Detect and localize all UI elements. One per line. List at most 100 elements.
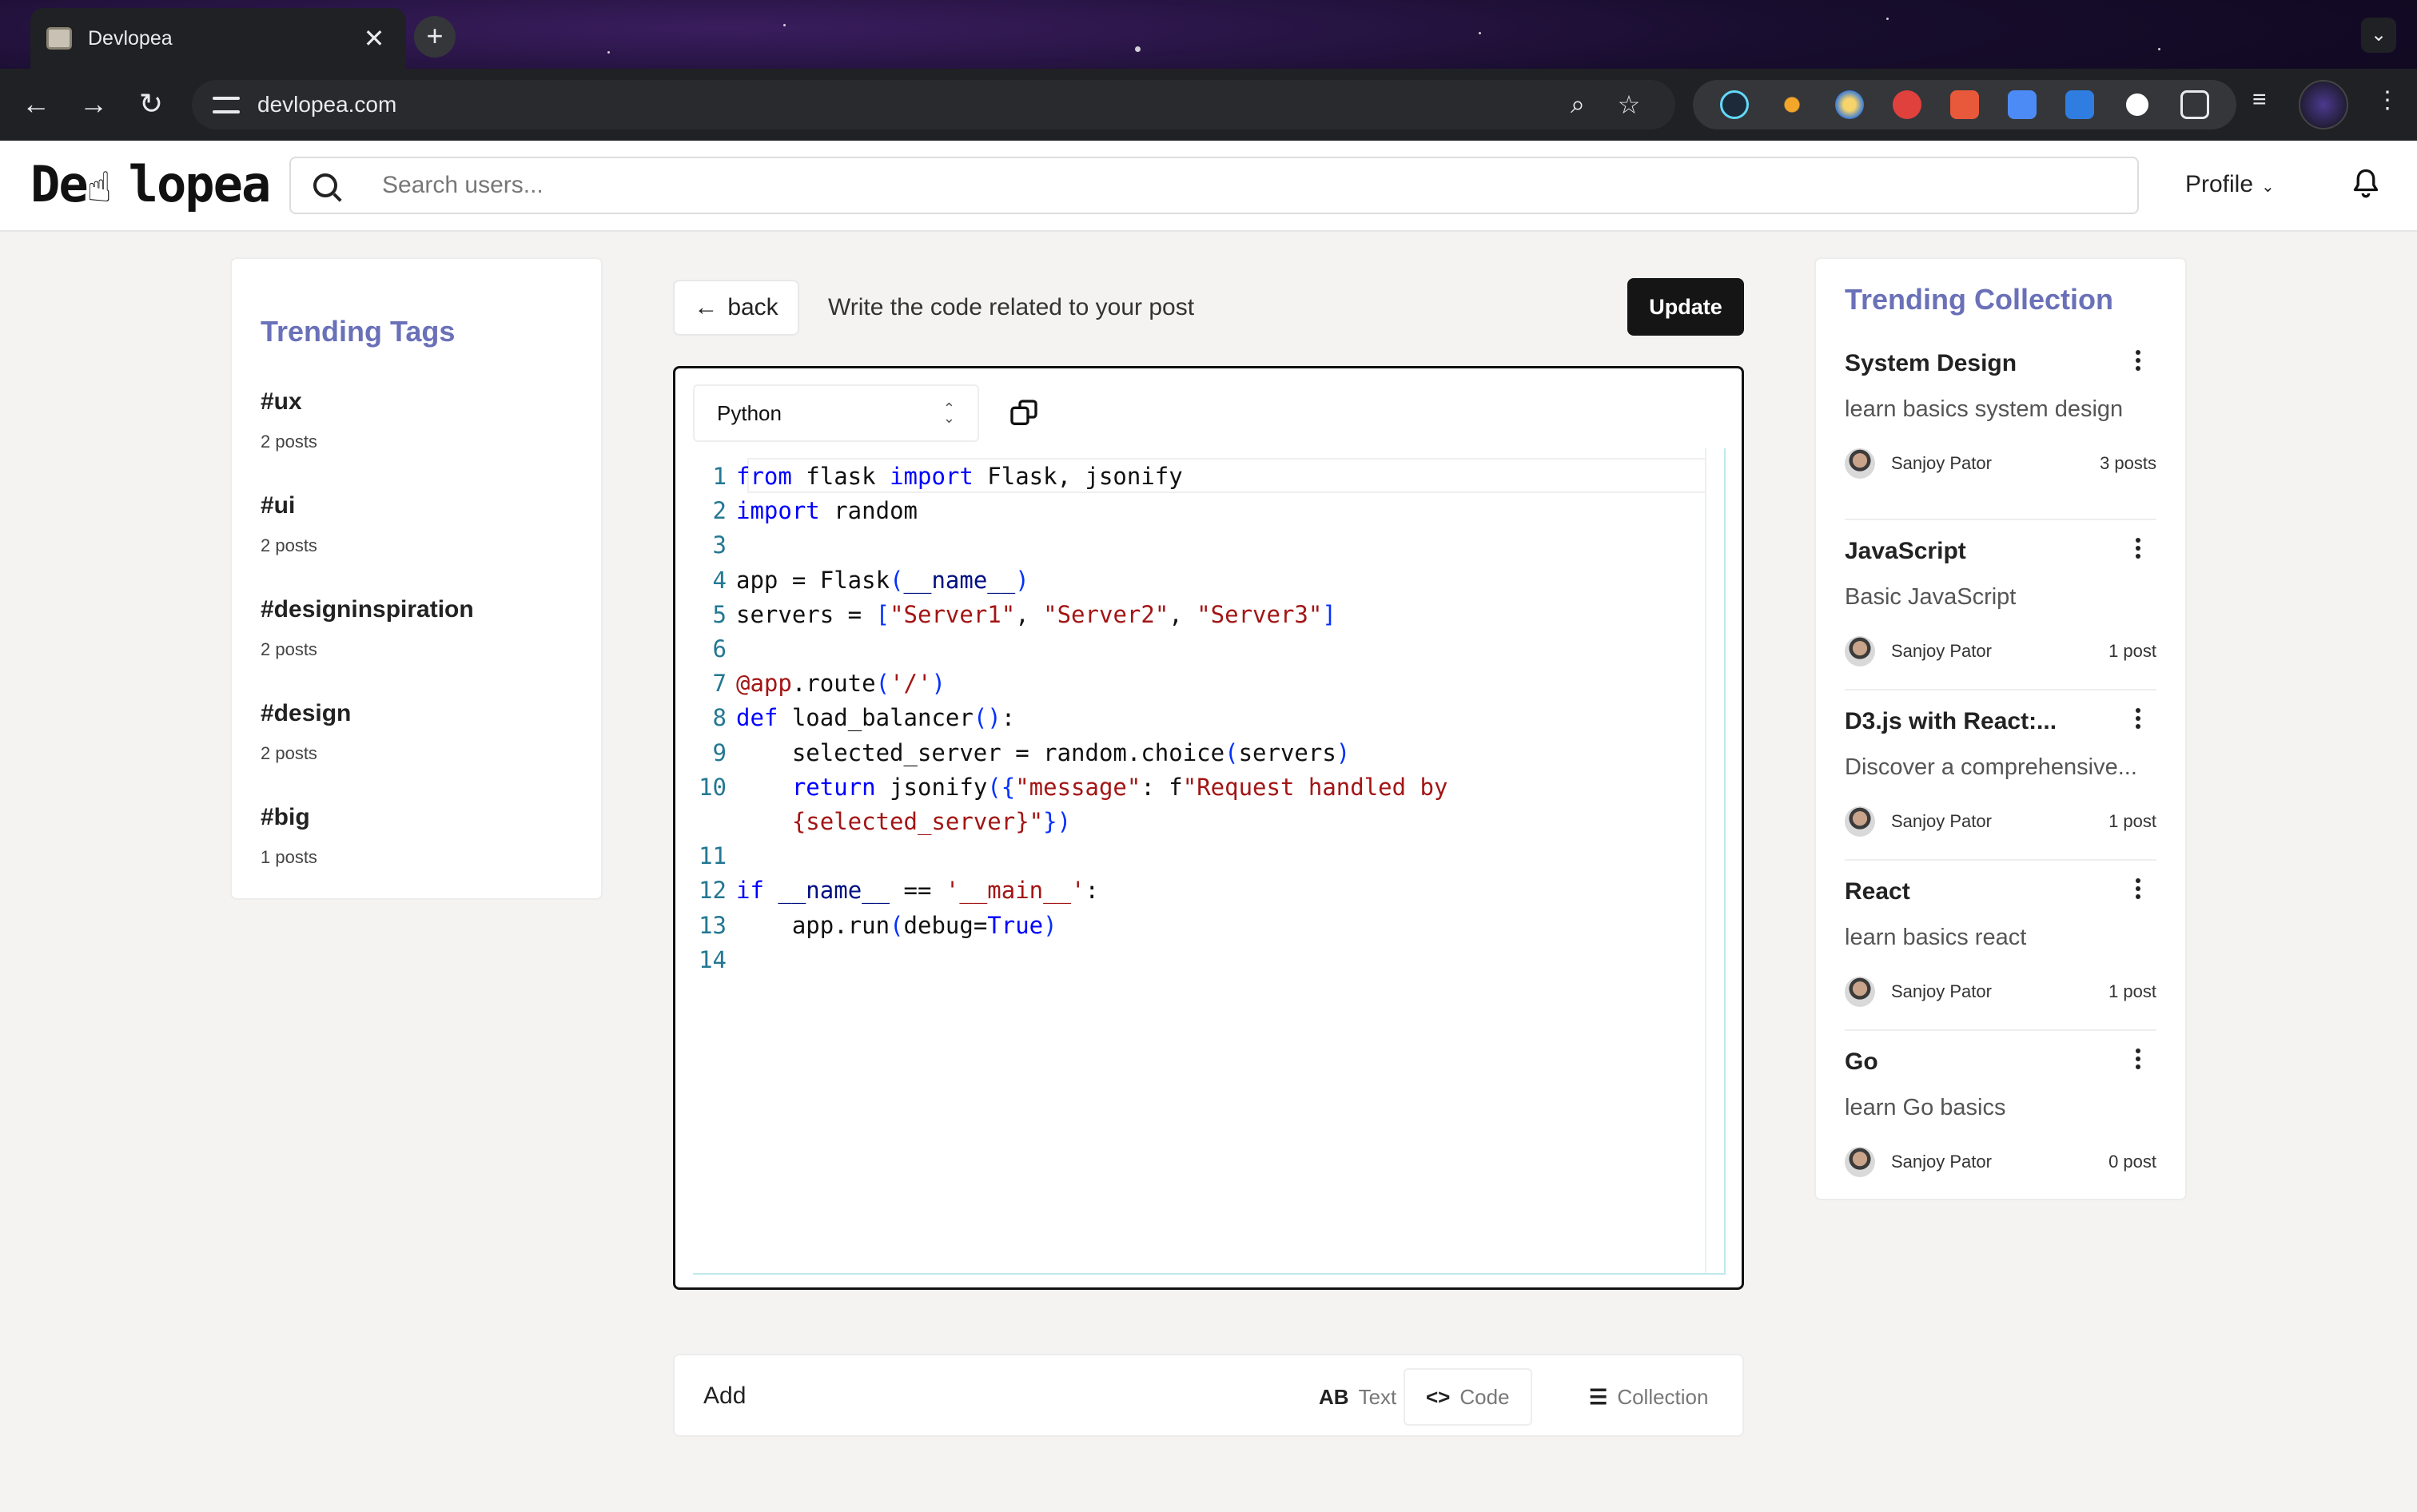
background-star (783, 24, 786, 26)
profile-menu[interactable]: Profile ⌄ (2185, 171, 2275, 198)
browser-tab[interactable]: Devlopea ✕ (30, 8, 406, 69)
collection-meta: Sanjoy Pator 1 post (1845, 806, 2156, 837)
site-settings-icon[interactable] (213, 91, 240, 118)
more-vertical-icon[interactable] (2134, 1048, 2142, 1072)
line-number (693, 805, 736, 839)
tag-name: #ux (261, 388, 302, 415)
react-devtools-icon[interactable] (1720, 90, 1749, 119)
collection-author: Sanjoy Pator (1891, 641, 1992, 661)
more-vertical-icon[interactable] (2134, 878, 2142, 902)
add-code-label: Code (1459, 1384, 1510, 1409)
code-line: 13 app.run(debug=True) (693, 909, 1447, 943)
browser-toolbar: ← → ↻ devlopea.com ⌕ ☆ ≡ ⋮ (0, 69, 2417, 141)
logo[interactable]: De☝ lopea (30, 155, 271, 213)
tag-item[interactable]: #design 2 posts (261, 700, 572, 764)
tab-title: Devlopea (88, 26, 173, 50)
background-star (1135, 46, 1141, 52)
extensions-puzzle-icon[interactable] (2180, 90, 2209, 119)
grid-extension-icon[interactable] (1950, 90, 1979, 119)
new-tab-button[interactable]: + (414, 16, 456, 58)
add-text-button[interactable]: AB Text (1298, 1368, 1417, 1426)
url-text: devlopea.com (257, 92, 397, 117)
trending-collection-title: Trending Collection (1845, 283, 2114, 316)
collection-post-count: 1 post (2108, 641, 2156, 661)
line-number: 3 (712, 531, 727, 559)
tag-item[interactable]: #designinspiration 2 posts (261, 596, 572, 660)
media-queue-icon[interactable]: ≡ (2252, 86, 2267, 113)
tag-name: #ui (261, 492, 296, 519)
tab-search-chevron-icon[interactable]: ⌄ (2361, 18, 2396, 53)
reload-icon[interactable]: ↻ (133, 86, 169, 123)
collection-description: Discover a comprehensive... (1845, 754, 2137, 780)
w-extension-icon[interactable] (2123, 90, 2152, 119)
bell-icon[interactable] (2351, 166, 2380, 201)
collection-name: System Design (1845, 350, 2017, 376)
code-brackets-icon: <> (1426, 1384, 1451, 1409)
update-button[interactable]: Update (1627, 278, 1744, 336)
more-vertical-icon[interactable] (2134, 708, 2142, 732)
add-collection-label: Collection (1617, 1384, 1709, 1409)
collection-item[interactable]: React learn basics react Sanjoy Pator 1 … (1845, 861, 2156, 1031)
browser-profile-avatar[interactable] (2299, 80, 2348, 129)
more-vertical-icon[interactable] (2134, 350, 2142, 374)
add-code-button[interactable]: <> Code (1404, 1368, 1532, 1426)
search-bar[interactable] (289, 157, 2139, 214)
collection-item[interactable]: JavaScript Basic JavaScript Sanjoy Pator… (1845, 520, 2156, 690)
tag-item[interactable]: #ux 2 posts (261, 388, 572, 452)
code-input-area[interactable]: 1 from flask import Flask, jsonify 2 impor… (693, 448, 1726, 1275)
trending-tags-card: Trending Tags #ux 2 posts #ui 2 posts #d… (230, 257, 603, 900)
line-number: 1 (712, 463, 727, 490)
red-extension-icon[interactable] (1893, 90, 1921, 119)
collection-name: D3.js with React:... (1845, 708, 2057, 734)
search-input[interactable] (382, 172, 2115, 199)
browser-menu-icon[interactable]: ⋮ (2375, 86, 2399, 114)
background-star (2158, 48, 2160, 50)
collection-item[interactable]: System Design learn basics system design… (1845, 350, 2156, 520)
collection-item[interactable]: Go learn Go basics Sanjoy Pator 0 post (1845, 1031, 2156, 1201)
back-button-label: back (727, 294, 778, 320)
close-tab-icon[interactable]: ✕ (358, 23, 390, 54)
code-line: 10 return jsonify({"message": f"Request … (693, 770, 1447, 805)
author-avatar (1845, 1147, 1875, 1177)
zoom-icon[interactable]: ⌕ (1552, 90, 1603, 120)
line-number: 12 (699, 877, 727, 905)
background-star (1886, 18, 1889, 20)
tab-favicon-icon (46, 27, 72, 50)
code-line: 6 (693, 632, 1447, 666)
screenshot-extension-icon[interactable] (2065, 90, 2094, 119)
add-collection-button[interactable]: ☰ Collection (1568, 1368, 1729, 1426)
language-value: Python (717, 400, 782, 425)
code-line: 11 (693, 839, 1447, 873)
profile-label: Profile (2185, 171, 2254, 197)
language-select[interactable]: Python ⌃ ⌄ (693, 384, 979, 442)
more-vertical-icon[interactable] (2134, 538, 2142, 562)
forward-arrow-icon[interactable]: → (75, 86, 112, 123)
globe-extension-icon[interactable] (1835, 90, 1864, 119)
tag-name: #design (261, 700, 352, 726)
collection-meta: Sanjoy Pator 1 post (1845, 977, 2156, 1007)
arrow-left-icon: ← (694, 294, 719, 320)
address-bar[interactable]: devlopea.com ⌕ ☆ (192, 80, 1675, 129)
line-number: 8 (712, 704, 727, 732)
sun-extension-icon[interactable] (1778, 90, 1806, 119)
line-number: 2 (712, 497, 727, 525)
collection-item[interactable]: D3.js with React:... Discover a comprehe… (1845, 690, 2156, 861)
hand-pointer-icon: ☝ (86, 163, 112, 212)
collection-author: Sanjoy Pator (1891, 453, 1992, 473)
back-button[interactable]: ← back (673, 280, 799, 336)
extensions-area (1693, 80, 2236, 129)
editor-instruction: Write the code related to your post (828, 294, 1195, 320)
back-arrow-icon[interactable]: ← (18, 86, 54, 123)
line-number: 5 (712, 600, 727, 628)
tag-item[interactable]: #big 1 posts (261, 804, 572, 868)
tag-item[interactable]: #ui 2 posts (261, 492, 572, 556)
bookmark-star-icon[interactable]: ☆ (1603, 90, 1654, 120)
docs-extension-icon[interactable] (2008, 90, 2037, 119)
tag-count: 2 posts (261, 639, 317, 659)
copy-icon[interactable] (1008, 397, 1040, 429)
code-line: 9 selected_server = random.choice(server… (693, 736, 1447, 770)
logo-text-start: De (30, 155, 89, 213)
collection-post-count: 0 post (2108, 1152, 2156, 1172)
code-line: 4 app = Flask(__name__) (693, 563, 1447, 598)
tag-count: 2 posts (261, 743, 317, 763)
